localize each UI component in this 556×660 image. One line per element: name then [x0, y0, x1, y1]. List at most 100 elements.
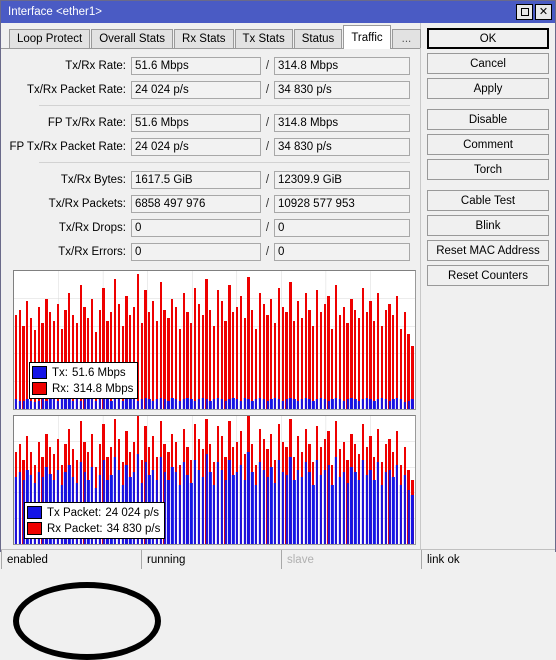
tx-bar	[270, 399, 273, 409]
field-row-tx-rx-packets: Tx/Rx Packets: 6858 497 976 / 10928 577 …	[9, 193, 412, 214]
rx-bar	[213, 326, 216, 409]
tx-bar	[224, 480, 227, 544]
tx-packet-rate-value[interactable]: 24 024 p/s	[131, 80, 261, 99]
rx-packets-value[interactable]: 10928 577 953	[274, 194, 410, 213]
tx-bar	[102, 397, 105, 409]
close-icon: ✕	[538, 5, 549, 18]
rx-bar	[300, 317, 303, 409]
comment-button[interactable]: Comment	[427, 134, 549, 155]
rx-bytes-value[interactable]: 12309.9 GiB	[274, 170, 410, 189]
rx-bar	[315, 290, 319, 409]
tx-bar	[113, 397, 117, 409]
tab-overflow[interactable]: ...	[391, 29, 422, 48]
status-running: running	[141, 550, 281, 569]
field-row-fp-tx-rx-rate: FP Tx/Rx Rate: 51.6 Mbps / 314.8 Mbps	[9, 112, 412, 133]
tx-bar	[129, 397, 132, 409]
tx-bar	[335, 397, 338, 409]
tx-bar	[190, 399, 193, 409]
tx-bar	[56, 400, 59, 409]
tx-bar	[49, 397, 52, 409]
rx-packet-rate-value[interactable]: 34 830 p/s	[274, 80, 410, 99]
tab-overall-stats[interactable]: Overall Stats	[91, 29, 174, 48]
tx-rate-value[interactable]: 51.6 Mbps	[131, 56, 261, 75]
tx-bar	[136, 400, 140, 409]
tx-packets-value[interactable]: 6858 497 976	[131, 194, 261, 213]
tx-bar	[224, 400, 227, 409]
tab-traffic[interactable]: Traffic	[343, 25, 391, 49]
tx-bar	[216, 462, 220, 544]
tx-bar	[308, 472, 311, 544]
reset-mac-address-button[interactable]: Reset MAC Address	[427, 240, 549, 261]
tx-bar	[411, 495, 414, 544]
status-bar: enabled running slave link ok	[1, 549, 555, 569]
tx-bar	[182, 399, 185, 409]
apply-button[interactable]: Apply	[427, 78, 549, 99]
field-row-tx-rx-drops: Tx/Rx Drops: 0 / 0	[9, 217, 412, 238]
tx-bar	[239, 464, 242, 544]
tab-loop-protect[interactable]: Loop Protect	[9, 29, 91, 48]
tab-rx-stats[interactable]: Rx Stats	[174, 29, 234, 48]
tx-bar	[388, 400, 391, 409]
tx-bar	[235, 399, 239, 409]
fp-rx-packet-rate-value[interactable]: 34 830 p/s	[274, 137, 410, 156]
rx-errors-value[interactable]: 0	[274, 242, 410, 261]
fp-tx-packet-rate-value[interactable]: 24 024 p/s	[131, 137, 261, 156]
rx-rate-value[interactable]: 314.8 Mbps	[274, 56, 410, 75]
tx-bar	[18, 472, 21, 544]
tx-bar	[68, 399, 71, 409]
tx-bar	[335, 456, 338, 544]
legend-value: 24 024 p/s	[105, 506, 160, 519]
cancel-button[interactable]: Cancel	[427, 53, 549, 74]
rx-bar	[232, 312, 235, 409]
tx-errors-value[interactable]: 0	[131, 242, 261, 261]
tx-bar	[110, 400, 113, 409]
tx-bar	[33, 402, 37, 409]
rx-bar	[354, 309, 357, 409]
tx-bar	[323, 399, 326, 409]
reset-counters-button[interactable]: Reset Counters	[427, 265, 549, 286]
tx-bar	[350, 397, 353, 409]
main-panel: Loop Protect Overall Stats Rx Stats Tx S…	[1, 23, 422, 660]
legend-row-rx: Rx: 314.8 Mbps	[32, 381, 133, 396]
rx-bar	[376, 293, 380, 409]
tab-status[interactable]: Status	[293, 29, 343, 48]
tab-tx-stats[interactable]: Tx Stats	[234, 29, 293, 48]
tx-bar	[91, 399, 94, 409]
rx-bar	[388, 304, 391, 409]
tx-bar	[365, 397, 368, 409]
rx-bar	[338, 315, 342, 409]
rx-bar	[243, 317, 246, 409]
rx-bar	[373, 320, 376, 409]
close-button[interactable]: ✕	[535, 4, 552, 20]
field-separator: /	[265, 140, 270, 153]
bar-column	[411, 271, 415, 409]
tx-color-swatch	[32, 366, 47, 379]
torch-button[interactable]: Torch	[427, 159, 549, 180]
tx-bar	[26, 399, 29, 409]
rx-drops-value[interactable]: 0	[274, 218, 410, 237]
rx-bar	[380, 326, 384, 409]
rx-bar	[167, 317, 170, 409]
rx-bar	[335, 284, 338, 409]
fp-rx-rate-value[interactable]: 314.8 Mbps	[274, 113, 410, 132]
rx-bar	[285, 312, 288, 409]
rx-bar	[399, 328, 403, 409]
ok-button[interactable]: OK	[427, 28, 549, 49]
disable-button[interactable]: Disable	[427, 109, 549, 130]
maximize-button[interactable]	[516, 4, 533, 20]
tx-bytes-value[interactable]: 1617.5 GiB	[131, 170, 261, 189]
tx-bar	[315, 459, 319, 544]
tx-bar	[197, 469, 201, 544]
legend-row-tx: Tx: 51.6 Mbps	[32, 365, 133, 380]
tx-bar	[354, 472, 357, 544]
blink-button[interactable]: Blink	[427, 215, 549, 236]
tx-bar	[243, 397, 246, 409]
rx-bar	[251, 309, 254, 409]
cable-test-button[interactable]: Cable Test	[427, 190, 549, 211]
tx-drops-value[interactable]: 0	[131, 218, 261, 237]
fp-tx-rate-value[interactable]: 51.6 Mbps	[131, 113, 261, 132]
field-label: Tx/Rx Errors:	[58, 245, 126, 258]
tx-bar	[411, 399, 414, 409]
tx-bar	[201, 397, 204, 409]
maximize-icon	[520, 8, 529, 16]
